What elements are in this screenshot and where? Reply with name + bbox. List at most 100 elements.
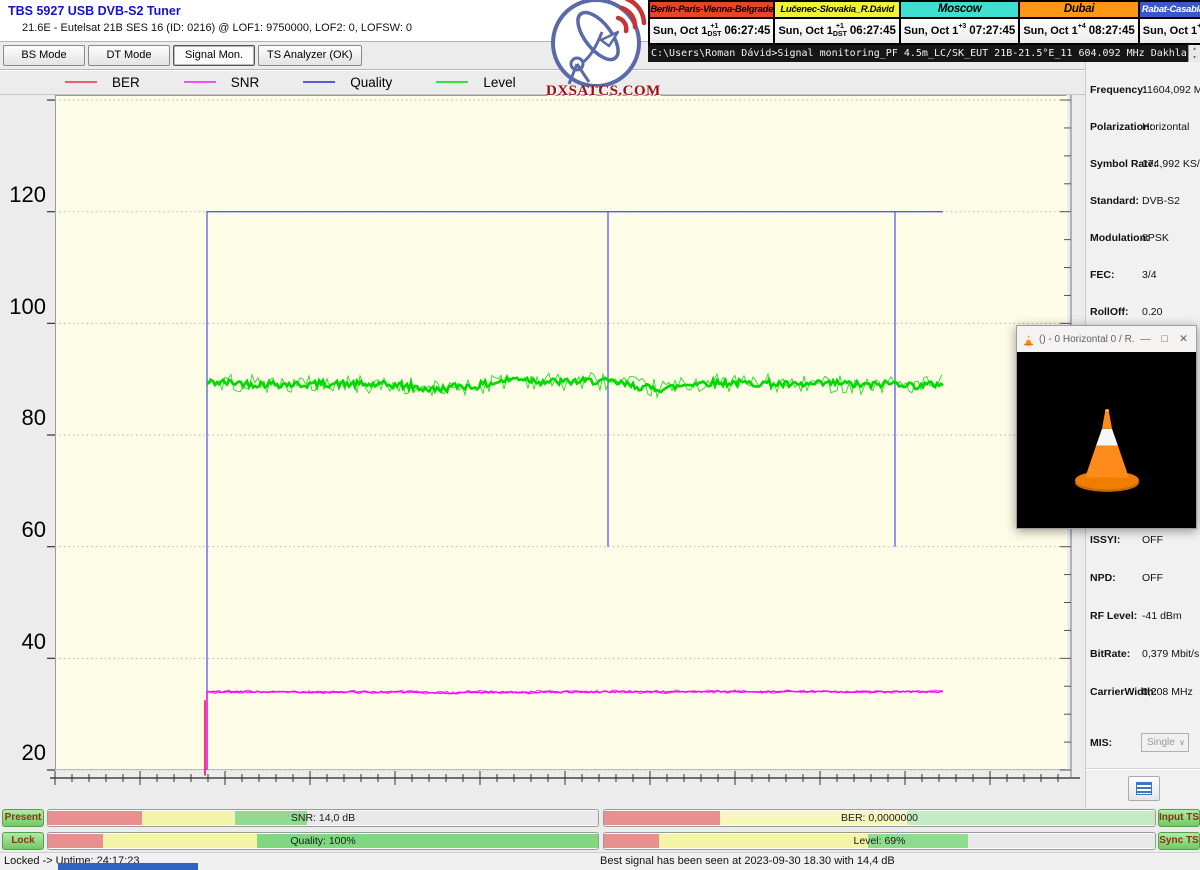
- status-row-1: Present SNR: 14,0 dB BER: 0,0000000 Inpu…: [0, 808, 1200, 828]
- vlc-cone-logo: [1065, 392, 1149, 496]
- clock-date: Sun, Oct 1: [1023, 25, 1077, 37]
- param-value: -41 dBm: [1142, 610, 1182, 622]
- clock-date: Sun, Oct 1: [778, 25, 832, 37]
- clock-time-row: Sun, Oct 1+3 07:27:45: [901, 19, 1018, 43]
- chart-legend: BERSNRQualityLevel: [0, 69, 1085, 95]
- snr-bar: SNR: 14,0 dB: [47, 809, 599, 827]
- clock-city: Moscow: [901, 2, 1018, 19]
- param-value: 8PSK: [1142, 232, 1169, 244]
- tbs-tuner-app: TBS 5927 USB DVB-S2 Tuner 21.6E - Eutels…: [0, 0, 1200, 870]
- clock-city: Rabat-Casablanca-London: [1140, 2, 1200, 19]
- layers-icon: [1136, 782, 1152, 795]
- legend-label: Quality: [350, 75, 392, 90]
- world-clocks: Berlin-Paris-Vienna-BelgradeSun, Oct 1+1…: [648, 0, 1200, 45]
- param-value: 0,379 Mbit/s: [1142, 648, 1199, 660]
- mis-label: MIS:: [1090, 737, 1112, 749]
- param-row-rf-level: RF Level: -41 dBm: [1086, 610, 1200, 624]
- dxsatcs-logo: DXSATCS.COM: [546, 0, 658, 100]
- legend-item-ber: BER: [65, 75, 140, 90]
- param-label: BitRate:: [1090, 648, 1130, 660]
- scroll-down-icon[interactable]: ▾: [1193, 54, 1197, 62]
- clock-date: Sun, Oct 1: [904, 25, 958, 37]
- vlc-maximize-button[interactable]: □: [1157, 333, 1172, 345]
- clock-city: Berlin-Paris-Vienna-Belgrade: [650, 2, 773, 19]
- clock-dubai: DubaiSun, Oct 1+4 08:27:45: [1018, 0, 1139, 45]
- clock-time-row: Sun, Oct 1+1DST06:27:45: [650, 19, 773, 43]
- vlc-cone-icon: [1022, 333, 1035, 346]
- vlc-titlebar[interactable]: () - 0 Horizontal 0 / R... — □ ✕: [1017, 326, 1196, 352]
- clock-moscow: MoscowSun, Oct 1+3 07:27:45: [899, 0, 1020, 45]
- clock-time: 08:27:45: [1089, 25, 1135, 37]
- vlc-video-area: [1017, 352, 1196, 528]
- legend-item-level: Level: [436, 75, 515, 90]
- terminal-window[interactable]: C:\Users\Roman Dávid>Signal monitoring_P…: [648, 45, 1200, 62]
- clock-berlin-paris-vienna-belgrade: Berlin-Paris-Vienna-BelgradeSun, Oct 1+1…: [648, 0, 775, 45]
- param-value: DVB-S2: [1142, 195, 1180, 207]
- panel-divider: [1086, 768, 1200, 769]
- mis-row: MIS: Single ∨: [1086, 737, 1200, 751]
- param-label: RF Level:: [1090, 610, 1137, 622]
- tab-signal-mon[interactable]: Signal Mon.: [173, 45, 255, 66]
- legend-swatch: [303, 81, 335, 83]
- input-ts-indicator: Input TS: [1158, 809, 1200, 827]
- mis-dropdown[interactable]: Single ∨: [1141, 733, 1189, 752]
- legend-swatch: [65, 81, 97, 83]
- legend-label: BER: [112, 75, 140, 90]
- app-subtitle: 21.6E - Eutelsat 21B SES 16 (ID: 0216) @…: [22, 22, 412, 34]
- param-row-bitrate: BitRate: 0,379 Mbit/s: [1086, 648, 1200, 662]
- clock-time: 07:27:45: [969, 25, 1015, 37]
- param-row-npd: NPD:OFF: [1086, 572, 1200, 586]
- clock-time: 06:27:45: [724, 25, 770, 37]
- lock-indicator: Lock: [2, 832, 44, 850]
- param-row-standard: Standard:DVB-S2: [1086, 195, 1200, 209]
- vlc-close-button[interactable]: ✕: [1176, 333, 1191, 345]
- vlc-window-title: () - 0 Horizontal 0 / R...: [1039, 334, 1134, 345]
- param-label: Frequency:: [1090, 84, 1147, 96]
- param-row-carrierwidth: CarrierWidth:0,208 MHz: [1086, 686, 1200, 700]
- param-value: 0.20: [1142, 306, 1162, 318]
- param-row-rolloff: RollOff:0.20: [1086, 306, 1200, 320]
- y-tick-label: 60: [0, 518, 46, 542]
- param-value: 11604,092 MHz: [1142, 84, 1200, 96]
- clock-city: Dubai: [1020, 2, 1137, 19]
- param-row-frequency: Frequency:11604,092 MHz: [1086, 84, 1200, 98]
- bar-text: BER: 0,0000000: [604, 810, 1155, 826]
- terminal-text: C:\Users\Roman Dávid>Signal monitoring_P…: [651, 48, 1200, 59]
- clock-lu-enec-slovakia-r-d-vid: Lučenec-Slovakia_R.DávidSun, Oct 1+1DST0…: [773, 0, 900, 45]
- clock-city: Lučenec-Slovakia_R.Dávid: [775, 2, 898, 19]
- param-value: Horizontal: [1142, 121, 1189, 133]
- tab-dt-mode[interactable]: DT Mode: [88, 45, 170, 66]
- bar-text: SNR: 14,0 dB: [48, 810, 598, 826]
- taskbar-fragment: [58, 863, 198, 870]
- clock-date: Sun, Oct 1: [653, 25, 707, 37]
- y-tick-label: 80: [0, 406, 46, 430]
- param-label: Standard:: [1090, 195, 1139, 207]
- status-row-2: Lock Quality: 100% Level: 69% Sync TS: [0, 831, 1200, 851]
- y-tick-label: 100: [0, 295, 46, 319]
- y-tick-label: 40: [0, 630, 46, 654]
- param-label: FEC:: [1090, 269, 1115, 281]
- param-row-fec: FEC:3/4: [1086, 269, 1200, 283]
- clock-date: Sun, Oct 1: [1143, 25, 1197, 37]
- clock-time-row: Sun, Oct 1+4 08:27:45: [1020, 19, 1137, 43]
- legend-swatch: [184, 81, 216, 83]
- terminal-scrollbar[interactable]: ▴ ▾: [1188, 45, 1200, 62]
- scroll-up-icon[interactable]: ▴: [1193, 45, 1197, 53]
- tab-ts-analyzer-ok[interactable]: TS Analyzer (OK): [258, 45, 362, 66]
- vlc-minimize-button[interactable]: —: [1138, 333, 1153, 345]
- quality-bar: Quality: 100%: [47, 832, 599, 850]
- panel-tool-button[interactable]: [1128, 776, 1160, 801]
- legend-label: Level: [483, 75, 515, 90]
- clock-time-row: Sun, Oct 1+1DST06:27:45: [775, 19, 898, 43]
- legend-item-quality: Quality: [303, 75, 392, 90]
- clock-utc-offset: +3: [958, 23, 966, 38]
- param-row-modulation: Modulation:8PSK: [1086, 232, 1200, 246]
- param-row-issyi: ISSYI:OFF: [1086, 534, 1200, 548]
- y-tick-label: 20: [0, 741, 46, 765]
- tab-bs-mode[interactable]: BS Mode: [3, 45, 85, 66]
- param-value: OFF: [1142, 534, 1163, 546]
- clock-time: 06:27:45: [850, 25, 896, 37]
- param-value: OFF: [1142, 572, 1163, 584]
- mis-value: Single: [1147, 737, 1175, 748]
- sync-ts-indicator: Sync TS: [1158, 832, 1200, 850]
